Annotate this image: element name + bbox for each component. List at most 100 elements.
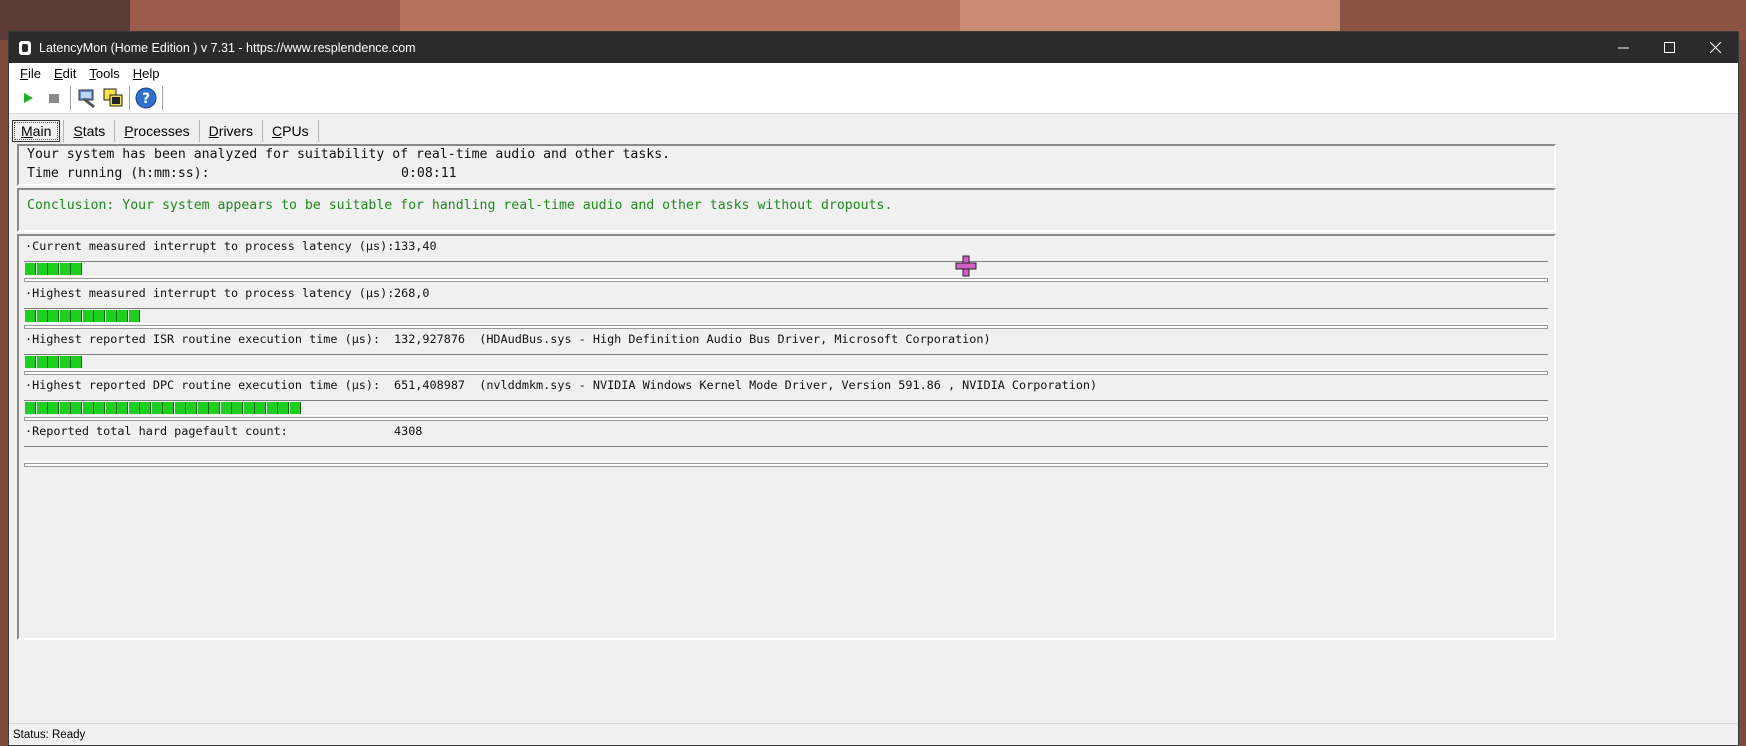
analysis-summary-panel: Your system has been analyzed for suitab… [17, 144, 1556, 186]
toolbar-separator [162, 86, 163, 110]
help-icon: ? [135, 87, 157, 109]
metric-label: ·Highest reported DPC routine execution … [25, 378, 381, 392]
menu-tools[interactable]: Tools [82, 66, 125, 81]
latency-bar [24, 261, 1548, 277]
minimize-button[interactable] [1600, 32, 1646, 63]
menu-file[interactable]: File [13, 66, 47, 81]
analyze-button[interactable] [74, 85, 100, 111]
close-button[interactable] [1692, 32, 1738, 63]
latency-bar-segment [128, 402, 140, 414]
latency-bar-segment [243, 402, 255, 414]
help-button[interactable]: ? [133, 85, 159, 111]
tab-cpus[interactable]: CPUs [264, 121, 317, 141]
latency-bar-segment [209, 402, 220, 414]
latency-bar [24, 446, 1548, 462]
conclusion-text: Conclusion: Your system appears to be su… [27, 198, 893, 213]
menu-file-mnemonic: F [20, 65, 28, 81]
tab-main-mnemonic: M [21, 123, 33, 139]
row-divider [24, 371, 1548, 375]
latency-bar-segment [94, 310, 105, 322]
analysis-text: Your system has been analyzed for suitab… [27, 147, 671, 162]
status-text: Status: Ready [13, 728, 86, 741]
latency-bar-segment [289, 402, 301, 414]
latency-bar-segment [255, 402, 266, 414]
latency-bar-segment [71, 263, 82, 275]
row-divider [24, 325, 1548, 329]
latency-bar-segment [36, 263, 48, 275]
latency-bar-segment [220, 402, 232, 414]
latency-bar-segment [25, 402, 36, 414]
latency-bar-segment [151, 402, 163, 414]
title-bar[interactable]: LatencyMon (Home Edition ) v 7.31 - http… [9, 32, 1738, 63]
metric-label: ·Current measured interrupt to process l… [25, 239, 395, 253]
maximize-icon [1663, 42, 1675, 53]
latency-bar-segment [36, 356, 48, 368]
tab-drivers-label: rivers [218, 123, 254, 139]
latency-bar-segment [128, 310, 140, 322]
latency-bar-segment [48, 356, 59, 368]
tab-separator [63, 120, 65, 142]
wrench-icon [78, 89, 95, 109]
tab-bar: Main Stats Processes Drivers CPUs [9, 114, 1738, 148]
latency-bar-segment [117, 310, 128, 322]
menu-help-mnemonic: H [132, 65, 143, 81]
latencymon-window: LatencyMon (Home Edition ) v 7.31 - http… [8, 31, 1739, 746]
windows-button[interactable] [100, 85, 126, 111]
stop-button[interactable] [41, 85, 67, 111]
latency-bar-segment [36, 402, 48, 414]
latency-bar-segment [266, 402, 278, 414]
metric-label: ·Highest measured interrupt to process l… [25, 286, 395, 300]
metric-value: 132,927876 (HDAudBus.sys - High Definiti… [394, 332, 991, 346]
tab-processes-label: rocesses [133, 123, 190, 139]
latency-bar-segment [174, 402, 186, 414]
tab-stats[interactable]: Stats [65, 121, 113, 141]
windows-icon [103, 88, 123, 107]
menu-file-label: ile [27, 65, 41, 81]
tab-main-label: ain [32, 123, 52, 139]
tab-separator [198, 120, 200, 142]
latency-bar-segment [232, 402, 243, 414]
row-divider [24, 278, 1548, 282]
start-button[interactable] [15, 85, 41, 111]
latency-bar-segment [82, 402, 94, 414]
maximize-button[interactable] [1646, 32, 1692, 63]
latency-bar-segment [59, 263, 71, 275]
time-running-value: 0:08:11 [401, 166, 457, 181]
stop-icon [49, 94, 59, 103]
tab-processes[interactable]: Processes [116, 121, 197, 141]
latency-bar-segment [140, 402, 151, 414]
latency-bar-segment [163, 402, 174, 414]
latency-bar-segment [105, 310, 117, 322]
latency-bar-segment [25, 310, 36, 322]
window-title: LatencyMon (Home Edition ) v 7.31 - http… [39, 40, 416, 55]
menu-edit[interactable]: Edit [47, 66, 82, 81]
latency-bar-segment [186, 402, 197, 414]
menu-bar: File Edit Tools Help [9, 63, 1738, 83]
tab-cpus-mnemonic: C [272, 123, 283, 139]
toolbar-separator [129, 86, 130, 110]
conclusion-panel: Conclusion: Your system appears to be su… [17, 188, 1556, 232]
latency-bar-segment [25, 263, 36, 275]
play-icon [24, 93, 33, 103]
latency-bar-segment [71, 356, 82, 368]
menu-help[interactable]: Help [126, 66, 166, 81]
row-divider [24, 463, 1548, 467]
tab-drivers-mnemonic: D [208, 123, 219, 139]
latency-bar-segment [59, 402, 71, 414]
tab-separator [114, 120, 116, 142]
metric-value: 651,408987 (nvlddmkm.sys - NVIDIA Window… [394, 378, 1098, 392]
menu-edit-mnemonic: E [53, 65, 63, 81]
tab-main[interactable]: Main [12, 120, 61, 142]
latency-bar [24, 400, 1548, 416]
tab-drivers[interactable]: Drivers [201, 121, 261, 141]
metric-label: ·Highest reported ISR routine execution … [25, 332, 381, 346]
latency-bar-segment [59, 310, 71, 322]
tab-separator [262, 120, 264, 142]
app-icon [19, 40, 31, 55]
latency-bar [24, 354, 1548, 370]
latency-bar-segment [94, 402, 105, 414]
toolbar: ? [9, 83, 1738, 114]
latency-bar-segment [82, 310, 94, 322]
latency-bar-segment [25, 356, 36, 368]
latency-bar-segment [48, 310, 59, 322]
